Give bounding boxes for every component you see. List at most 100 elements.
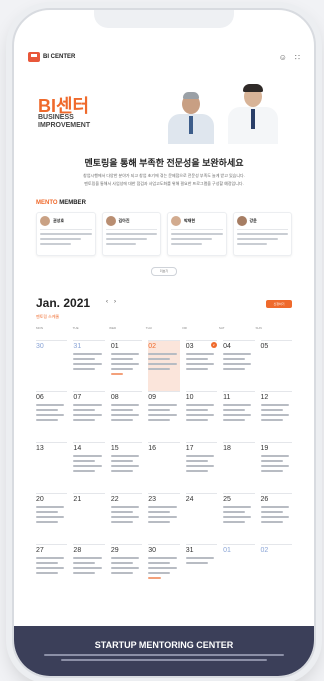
- calendar-day[interactable]: 07: [73, 391, 105, 442]
- calendar-day[interactable]: 10: [185, 391, 218, 442]
- day-number: 13: [36, 445, 44, 452]
- day-number: 12: [260, 394, 269, 401]
- hero-section: BI센터 BUSINESS IMPROVEMENT: [14, 74, 314, 144]
- weekday-header: MON TUE WED THU FRI SAT SUN: [36, 326, 292, 330]
- day-number: 01: [110, 343, 119, 350]
- footer-title: STARTUP MENTORING CENTER: [94, 640, 234, 650]
- calendar-month-label: Jan. 2021: [36, 296, 91, 310]
- hero-subtitle-line1: BUSINESS: [38, 114, 74, 121]
- hero-subtitle: BUSINESS IMPROVEMENT: [38, 114, 118, 130]
- mentor-name: 강윤: [249, 218, 257, 223]
- calendar-day[interactable]: 17: [185, 442, 218, 493]
- calendar-subtitle: 멘토링 스케줄: [36, 314, 60, 319]
- mentor-card[interactable]: 강윤: [232, 212, 292, 256]
- day-number: 02: [260, 547, 269, 554]
- header-icons: ☺ ∷: [279, 53, 300, 62]
- mentor-section-label: MENTO MEMBER: [36, 200, 86, 206]
- calendar-day[interactable]: 12: [260, 391, 292, 442]
- calendar-day[interactable]: 09: [148, 391, 180, 442]
- weekday-label: SAT: [218, 326, 225, 330]
- day-number: 24: [185, 496, 194, 503]
- intro-title: 멘토링을 통해 부족한 전문성을 보완하세요: [84, 158, 244, 168]
- day-number: 30: [148, 547, 157, 554]
- calendar-day[interactable]: 08: [110, 391, 143, 442]
- calendar-day[interactable]: 25: [223, 493, 255, 544]
- avatar: [236, 216, 247, 226]
- day-number: 26: [260, 496, 269, 503]
- calendar-day[interactable]: 30: [148, 544, 180, 595]
- more-mentors-button[interactable]: 더보기: [151, 267, 177, 276]
- weekday-label: THU: [145, 326, 152, 330]
- day-number: 22: [110, 496, 119, 503]
- logo-icon: [28, 52, 40, 62]
- hero-subtitle-line2: IMPROVEMENT: [38, 122, 91, 129]
- intro-line: 창업시행에서 다양한 분야가 되고 창업 초기에 겪는 문제점으로 전문성 부족…: [83, 173, 245, 178]
- calendar-day[interactable]: 22: [110, 493, 143, 544]
- calendar-day[interactable]: 14: [73, 442, 105, 493]
- calendar-day[interactable]: 04: [223, 340, 255, 391]
- grid-menu-icon[interactable]: ∷: [295, 53, 300, 62]
- logo[interactable]: BI CENTER: [28, 52, 75, 62]
- calendar-day[interactable]: 20: [36, 493, 68, 544]
- next-month-icon[interactable]: ›: [114, 299, 122, 305]
- profile-icon[interactable]: ☺: [279, 53, 287, 62]
- mentor-card[interactable]: 박재현: [167, 212, 227, 256]
- calendar-day[interactable]: 19: [260, 442, 292, 493]
- calendar-day[interactable]: 01: [110, 340, 143, 391]
- calendar-day[interactable]: 31: [73, 340, 105, 391]
- calendar-day[interactable]: 30: [36, 340, 68, 391]
- calendar-day[interactable]: 13: [36, 442, 68, 493]
- day-number: 10: [185, 394, 194, 401]
- day-number: 28: [73, 547, 82, 554]
- mentor-label-highlight: MENTO: [36, 200, 58, 206]
- mentor-label-rest: MEMBER: [57, 200, 86, 206]
- weekday-label: TUE: [72, 326, 79, 330]
- mentor-name: 권성호: [53, 218, 65, 223]
- phone-frame: BI CENTER ☺ ∷ BI센터 BUSINESS IMPROVEMENT: [12, 8, 316, 678]
- mentor-card[interactable]: 권성호: [36, 212, 96, 256]
- calendar-day[interactable]: 05: [260, 340, 292, 391]
- calendar-day[interactable]: 21: [73, 493, 105, 544]
- calendar-day[interactable]: 03 2: [185, 340, 218, 391]
- calendar-day[interactable]: 29: [110, 544, 143, 595]
- day-number: 02: [148, 343, 157, 350]
- calendar-day[interactable]: 24: [185, 493, 218, 544]
- calendar-day[interactable]: 26: [260, 493, 292, 544]
- day-number: 06: [36, 394, 44, 401]
- calendar-day[interactable]: 01: [223, 544, 255, 595]
- calendar-day[interactable]: 18: [223, 442, 255, 493]
- mentor-photo-younger: [226, 84, 282, 144]
- calendar-day[interactable]: 23: [148, 493, 180, 544]
- calendar-day[interactable]: 06: [36, 391, 68, 442]
- day-number: 20: [36, 496, 44, 503]
- prev-month-icon[interactable]: ‹: [106, 299, 114, 305]
- avatar: [171, 216, 181, 226]
- intro-line: 멘토링을 통해서 사업성에 대한 점검과 사업고도화를 위해 필요한 프로그램을…: [84, 181, 244, 186]
- calendar-day[interactable]: 28: [73, 544, 105, 595]
- calendar-day-selected[interactable]: 02: [148, 340, 180, 391]
- calendar-day[interactable]: 15: [110, 442, 143, 493]
- day-number: 14: [73, 445, 82, 452]
- day-number: 15: [110, 445, 119, 452]
- day-number: 29: [110, 547, 119, 554]
- app-header: BI CENTER ☺ ∷: [28, 48, 300, 66]
- calendar-grid: 30 31 01 02 03 2 04 05 06 07 08 09 10 11 …: [36, 340, 292, 595]
- day-number: 31: [185, 547, 194, 554]
- calendar-day[interactable]: 02: [260, 544, 292, 595]
- mentor-name: 김아진: [118, 218, 130, 223]
- month-nav: ‹›: [106, 299, 122, 305]
- calendar-week: 27 28 29 30 31 01 02: [36, 544, 292, 595]
- apply-button[interactable]: 신청하기: [266, 300, 292, 308]
- calendar-day[interactable]: 11: [223, 391, 255, 442]
- event-count-badge: 2: [210, 342, 217, 348]
- weekday-label: SUN: [255, 326, 262, 330]
- calendar-week: 30 31 01 02 03 2 04 05: [36, 340, 292, 391]
- calendar-day[interactable]: 31: [185, 544, 218, 595]
- day-number: 07: [73, 394, 82, 401]
- day-number: 16: [148, 445, 157, 452]
- mentor-card[interactable]: 김아진: [101, 212, 161, 256]
- intro-body: 창업시행에서 다양한 분야가 되고 창업 초기에 겪는 문제점으로 전문성 부족…: [44, 172, 284, 188]
- calendar-day[interactable]: 16: [148, 442, 180, 493]
- calendar-day[interactable]: 27: [36, 544, 68, 595]
- day-number: 31: [73, 343, 82, 350]
